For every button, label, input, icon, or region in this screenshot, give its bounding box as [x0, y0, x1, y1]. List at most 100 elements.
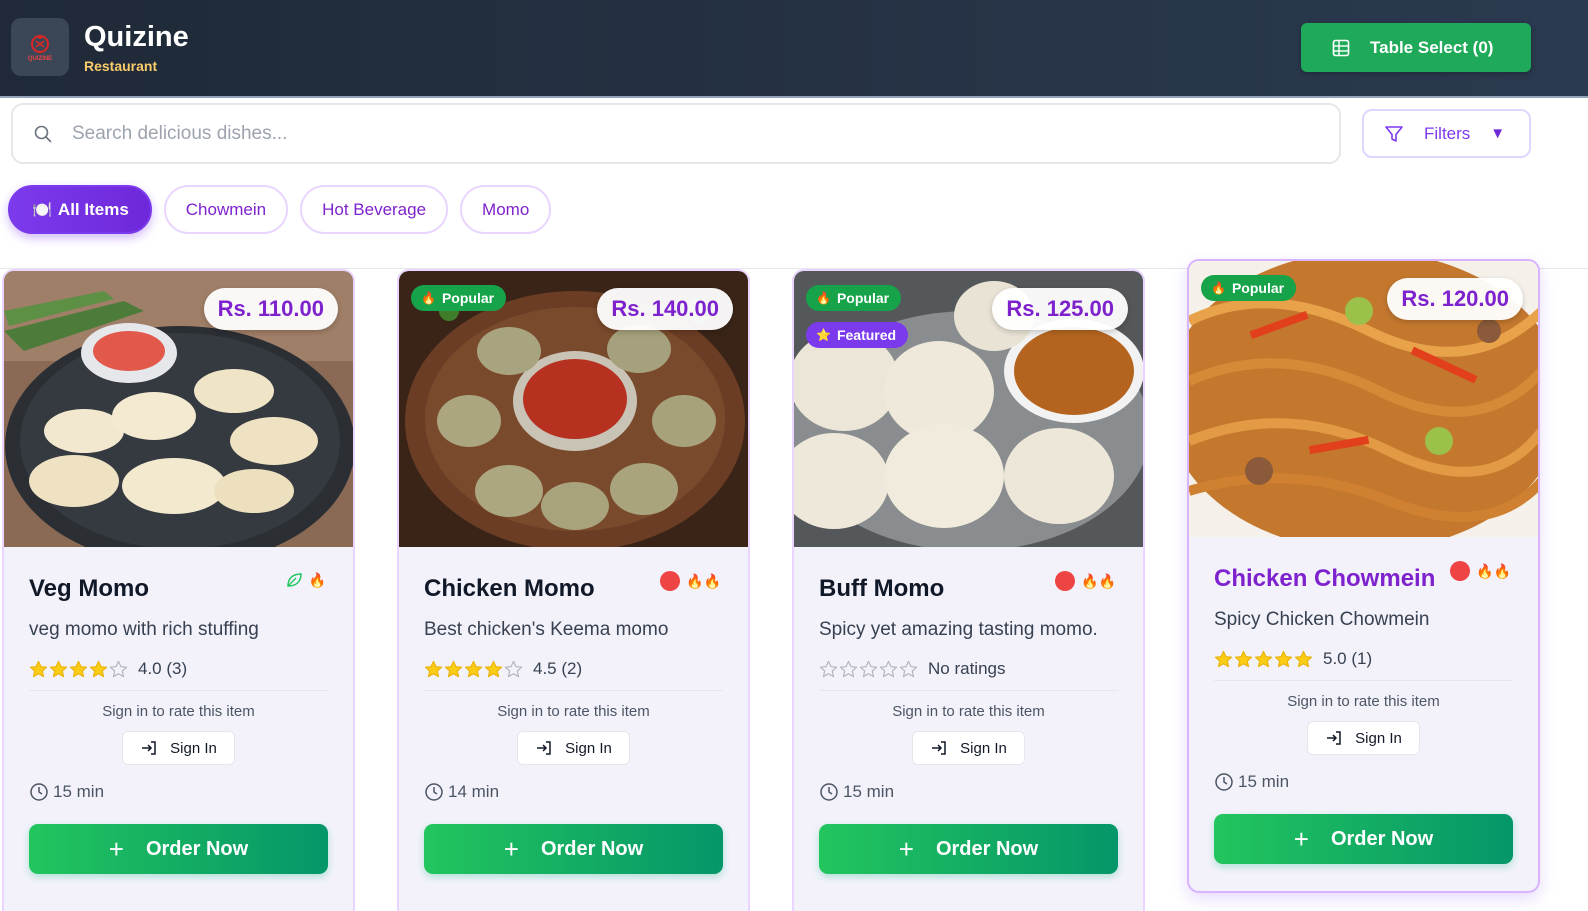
- star-filled-icon: [69, 660, 88, 677]
- prep-time: 15 min: [819, 782, 1118, 802]
- table-select-button[interactable]: Table Select (0): [1301, 23, 1531, 72]
- plus-icon: +: [503, 834, 519, 864]
- badge-label: Popular: [1231, 280, 1285, 296]
- order-label: Order Now: [1330, 827, 1434, 850]
- clock-icon: [820, 783, 838, 801]
- prep-time-text: 15 min: [53, 782, 105, 801]
- star-empty-icon: [899, 660, 918, 677]
- category-tabs: 🍽️ All Items Chowmein Hot Beverage Momo: [8, 185, 552, 235]
- star-filled-icon: [29, 660, 48, 677]
- search-input[interactable]: [72, 122, 1272, 145]
- order-now-button[interactable]: + Order Now: [1214, 814, 1513, 864]
- category-label: All Items: [57, 199, 129, 219]
- spice-icons: 🔥🔥: [686, 572, 721, 589]
- table-select-label: Table Select (0): [1370, 37, 1494, 57]
- spice-icons: 🔥🔥: [1476, 562, 1511, 579]
- star-empty-icon: [109, 660, 128, 677]
- popular-badge: 🔥 Popular: [806, 285, 902, 311]
- rating-text: 5.0 (1): [1323, 649, 1373, 668]
- price-tag: Rs. 120.00: [1387, 278, 1523, 320]
- brand-subtitle: Restaurant: [84, 58, 158, 74]
- menu-item-card[interactable]: Rs. 110.00 Veg Momo 🔥 veg momo with rich…: [2, 269, 355, 911]
- spice-icons: 🔥🔥: [1081, 572, 1116, 589]
- card-body: Chicken Chowmein 🔥🔥 Spicy Chicken Chowme…: [1214, 537, 1513, 864]
- star-empty-icon: [859, 660, 878, 677]
- signin-note: Sign in to rate this item: [102, 703, 255, 720]
- chevron-down-icon: ▼: [1490, 125, 1506, 142]
- card-body: Buff Momo 🔥🔥 Spicy yet amazing tasting m…: [819, 547, 1118, 874]
- price-tag: Rs. 140.00: [597, 288, 733, 330]
- sign-in-label: Sign In: [565, 739, 612, 757]
- search-icon: [34, 125, 52, 142]
- diet-indicators: 🔥🔥: [1055, 571, 1116, 591]
- restaurant-logo[interactable]: QUIZINE: [11, 18, 69, 76]
- non-veg-dot-icon: [1055, 571, 1076, 591]
- rating-text: 4.5 (2): [533, 659, 583, 678]
- sign-in-button[interactable]: Sign In: [912, 731, 1025, 765]
- star-filled-icon: [484, 660, 503, 677]
- category-chip-chowmein[interactable]: Chowmein: [163, 185, 289, 234]
- divider: [424, 690, 723, 691]
- popular-badge: 🔥 Popular: [1201, 275, 1297, 301]
- logo-icon: [31, 35, 49, 53]
- order-label: Order Now: [540, 837, 644, 860]
- star-rating: [1214, 650, 1313, 669]
- star-icon: ⭐: [816, 328, 831, 342]
- prep-time: 15 min: [1214, 772, 1513, 792]
- star-filled-icon: [1294, 650, 1313, 667]
- fire-icon: 🔥: [1211, 281, 1226, 295]
- plus-icon: +: [108, 834, 124, 864]
- star-rating: [424, 660, 523, 679]
- star-empty-icon: [819, 660, 838, 677]
- login-icon: [1327, 731, 1341, 745]
- divider: [819, 690, 1118, 691]
- star-filled-icon: [1274, 650, 1293, 667]
- app-header: QUIZINE Quizine Restaurant Table Select …: [0, 0, 1588, 98]
- leaf-icon: [286, 573, 302, 587]
- plus-icon: +: [1293, 824, 1309, 854]
- divider: [1214, 680, 1513, 681]
- sign-in-label: Sign In: [1355, 729, 1402, 747]
- category-label: Hot Beverage: [322, 199, 427, 219]
- sign-in-button[interactable]: Sign In: [122, 731, 235, 765]
- badge-label: Popular: [441, 290, 495, 306]
- search-bar[interactable]: [11, 103, 1341, 164]
- prep-time: 14 min: [424, 782, 723, 802]
- fire-icon: 🔥: [421, 291, 436, 305]
- category-chip-all-items[interactable]: 🍽️ All Items: [8, 185, 152, 234]
- category-chip-hot-beverage[interactable]: Hot Beverage: [300, 185, 449, 234]
- star-empty-icon: [504, 660, 523, 677]
- category-chip-momo[interactable]: Momo: [460, 185, 552, 234]
- rating-text: 4.0 (3): [138, 659, 188, 678]
- sign-in-button[interactable]: Sign In: [517, 731, 630, 765]
- filters-label: Filters: [1424, 123, 1471, 143]
- star-filled-icon: [1214, 650, 1233, 667]
- login-icon: [537, 741, 551, 755]
- menu-item-card[interactable]: 🔥 Popular Rs. 120.00 Chicken Chowmein 🔥🔥…: [1187, 259, 1540, 893]
- rating-text: No ratings: [928, 659, 1006, 678]
- rating-row: 5.0 (1): [1214, 649, 1513, 669]
- order-now-button[interactable]: + Order Now: [29, 824, 328, 874]
- menu-item-card[interactable]: 🔥 Popular Rs. 140.00 Chicken Momo 🔥🔥 Bes…: [397, 269, 750, 911]
- category-label: Chowmein: [185, 199, 267, 219]
- price-tag: Rs. 110.00: [203, 288, 338, 330]
- dish-description: Spicy Chicken Chowmein: [1214, 609, 1430, 630]
- sign-in-button[interactable]: Sign In: [1307, 721, 1420, 755]
- star-empty-icon: [879, 660, 898, 677]
- menu-item-card[interactable]: 🔥 Popular ⭐ Featured Rs. 125.00 Buff Mom…: [792, 269, 1145, 911]
- star-filled-icon: [49, 660, 68, 677]
- dish-description: Best chicken's Keema momo: [424, 619, 669, 640]
- logo-text: QUIZINE: [27, 56, 53, 62]
- order-now-button[interactable]: + Order Now: [819, 824, 1118, 874]
- diet-indicators: 🔥: [285, 571, 326, 589]
- prep-time-text: 15 min: [843, 782, 895, 801]
- brand-name: Quizine: [84, 21, 189, 53]
- badge-label: Featured: [836, 327, 897, 343]
- order-now-button[interactable]: + Order Now: [424, 824, 723, 874]
- filter-icon: [1385, 125, 1403, 142]
- star-filled-icon: [424, 660, 443, 677]
- sign-in-label: Sign In: [960, 739, 1007, 757]
- non-veg-dot-icon: [1450, 561, 1471, 581]
- badge-label: Popular: [836, 290, 890, 306]
- filters-button[interactable]: Filters ▼: [1362, 109, 1531, 158]
